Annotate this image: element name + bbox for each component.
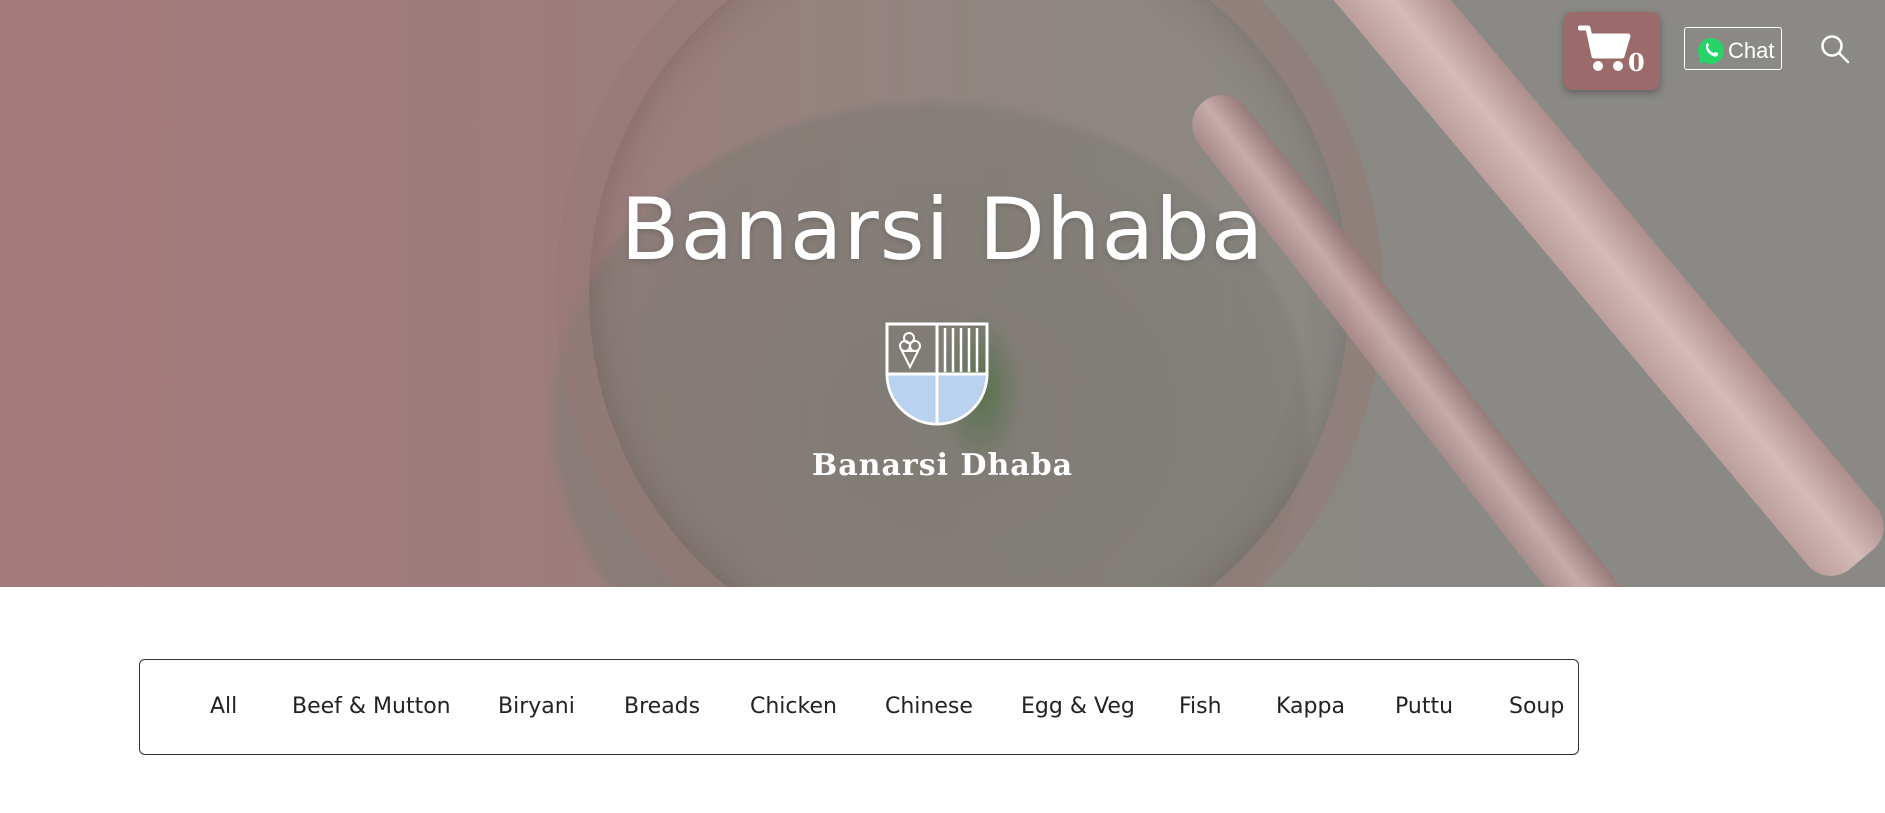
hero-banner: Banarsi Dhaba Banarsi Dhaba 0 Chat [0, 0, 1885, 587]
search-icon [1821, 35, 1850, 64]
shopping-cart-icon [1578, 25, 1631, 71]
category-soup[interactable]: Soup [1509, 694, 1564, 719]
category-filter-bar: All Beef & Mutton Biryani Breads Chicken… [139, 659, 1579, 755]
category-biryani[interactable]: Biryani [498, 694, 575, 719]
category-puttu[interactable]: Puttu [1395, 694, 1453, 719]
whatsapp-chat-button[interactable]: Chat [1684, 27, 1782, 70]
category-fish[interactable]: Fish [1179, 694, 1222, 719]
category-breads[interactable]: Breads [624, 694, 700, 719]
category-kappa[interactable]: Kappa [1276, 694, 1345, 719]
cart-button[interactable]: 0 [1564, 12, 1660, 90]
logo-wordmark: Banarsi Dhaba [811, 448, 1074, 483]
category-chicken[interactable]: Chicken [750, 694, 837, 719]
restaurant-title: Banarsi Dhaba [620, 180, 1265, 280]
category-beef-mutton[interactable]: Beef & Mutton [292, 694, 451, 719]
whatsapp-icon [1698, 38, 1724, 64]
search-button[interactable] [1818, 32, 1852, 66]
category-all[interactable]: All [210, 694, 237, 719]
category-chinese[interactable]: Chinese [885, 694, 973, 719]
category-egg-veg[interactable]: Egg & Veg [1021, 694, 1135, 719]
cart-count-badge: 0 [1628, 48, 1645, 77]
chat-label: Chat [1728, 38, 1775, 63]
restaurant-logo-icon [885, 322, 989, 426]
